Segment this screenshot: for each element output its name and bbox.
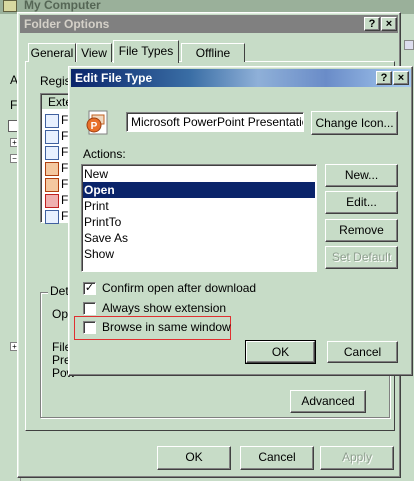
- background-window-title: My Computer: [24, 0, 101, 12]
- edit-file-type-close-button[interactable]: ×: [393, 71, 409, 85]
- file-type-description-value: Microsoft PowerPoint Presentation: [131, 115, 304, 129]
- edit-file-type-ok-button[interactable]: OK: [245, 340, 316, 364]
- folder-options-cancel-button[interactable]: Cancel: [240, 446, 314, 470]
- edit-file-type-cancel-label: Cancel: [343, 345, 382, 359]
- change-icon-button[interactable]: Change Icon...: [311, 111, 398, 135]
- edit-file-type-help-button[interactable]: ?: [376, 71, 392, 85]
- tab-view-label: View: [81, 46, 107, 60]
- browse-same-window-label[interactable]: Browse in same window: [102, 320, 231, 334]
- folder-options-apply-label: Apply: [341, 450, 373, 464]
- file-icon: [45, 114, 59, 128]
- computer-icon: [3, 0, 17, 12]
- tab-file-types[interactable]: File Types: [113, 40, 179, 63]
- set-default-label: Set Default: [331, 250, 392, 264]
- tab-view[interactable]: View: [76, 43, 112, 62]
- new-action-button[interactable]: New...: [325, 164, 398, 187]
- always-show-extension-checkbox[interactable]: [83, 302, 96, 315]
- confirm-open-label[interactable]: Confirm open after download: [102, 281, 256, 295]
- file-type-description-field[interactable]: Microsoft PowerPoint Presentation: [126, 112, 304, 132]
- set-default-button[interactable]: Set Default: [325, 246, 398, 269]
- edit-file-type-cancel-button[interactable]: Cancel: [327, 341, 398, 363]
- action-item-printto[interactable]: PrintTo: [83, 214, 315, 230]
- action-item-print[interactable]: Print: [83, 198, 315, 214]
- action-item-show[interactable]: Show: [83, 246, 315, 262]
- confirm-open-checkbox[interactable]: ✓: [83, 282, 96, 295]
- svg-text:P: P: [91, 121, 98, 132]
- edit-file-type-titlebar: Edit File Type: [71, 69, 411, 87]
- actions-list[interactable]: New Open Print PrintTo Save As Show: [81, 164, 317, 272]
- close-icon: ×: [397, 72, 405, 84]
- help-icon: ?: [380, 72, 388, 84]
- file-icon: [45, 210, 59, 224]
- folder-options-ok-label: OK: [185, 450, 203, 464]
- folder-options-cancel-label: Cancel: [258, 450, 296, 464]
- advanced-button-label: Advanced: [301, 394, 355, 408]
- tab-offline-files[interactable]: Offline Files: [181, 43, 245, 78]
- powerpoint-icon: P: [83, 109, 111, 137]
- remove-action-label: Remove: [339, 223, 384, 237]
- action-item-save-as[interactable]: Save As: [83, 230, 315, 246]
- action-item-new[interactable]: New: [83, 166, 315, 182]
- file-icon-red: [45, 194, 59, 208]
- advanced-button[interactable]: Advanced: [290, 390, 366, 413]
- edit-action-label: Edit...: [346, 195, 377, 209]
- tab-general[interactable]: General: [28, 43, 76, 62]
- folder-options-titlebar: Folder Options: [20, 15, 398, 33]
- registered-file-types-label: Regis: [40, 74, 71, 88]
- folder-options-ok-button[interactable]: OK: [157, 446, 231, 470]
- background-icon-right: [404, 40, 414, 50]
- edit-action-button[interactable]: Edit...: [325, 191, 398, 214]
- always-show-extension-label[interactable]: Always show extension: [102, 301, 226, 315]
- browse-same-window-checkbox[interactable]: [83, 321, 96, 334]
- action-item-open[interactable]: Open: [83, 182, 315, 198]
- powerpoint-file-icon: [45, 178, 59, 192]
- new-action-label: New...: [344, 168, 379, 182]
- file-icon: [45, 130, 59, 144]
- edit-file-type-title: Edit File Type: [75, 71, 153, 85]
- tab-general-label: General: [30, 46, 74, 60]
- tab-file-types-label: File Types: [118, 44, 174, 58]
- change-icon-label: Change Icon...: [315, 116, 394, 130]
- edit-file-type-ok-label: OK: [271, 345, 290, 359]
- folder-options-title: Folder Options: [24, 17, 110, 31]
- folder-options-close-button[interactable]: ×: [381, 17, 397, 31]
- powerpoint-file-icon: [45, 162, 59, 176]
- folder-options-apply-button[interactable]: Apply: [320, 446, 394, 470]
- remove-action-button[interactable]: Remove: [325, 219, 398, 242]
- actions-label: Actions:: [83, 147, 126, 161]
- file-icon: [45, 146, 59, 160]
- help-icon: ?: [368, 18, 376, 30]
- folder-options-help-button[interactable]: ?: [364, 17, 380, 31]
- close-icon: ×: [385, 18, 393, 30]
